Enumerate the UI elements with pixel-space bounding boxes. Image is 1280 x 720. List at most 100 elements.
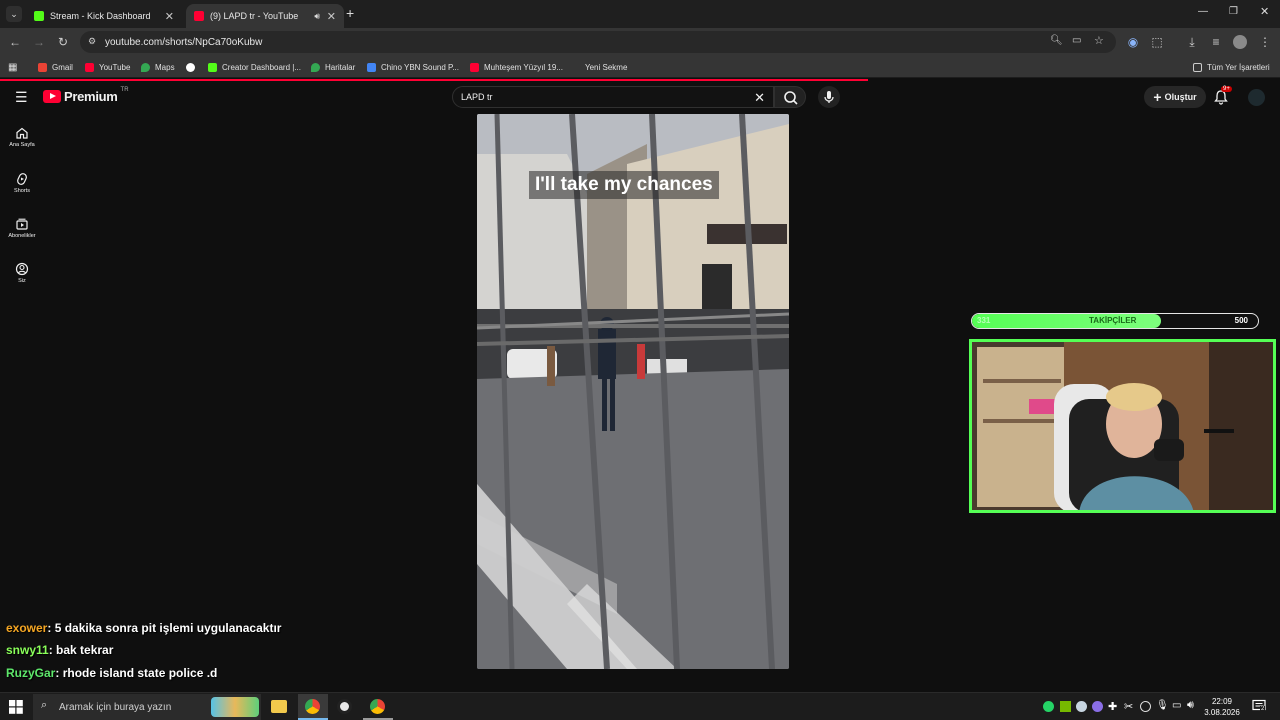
hamburger-menu-icon[interactable]: ☰	[15, 89, 28, 106]
taskbar-search-box[interactable]: ⌕ Aramak için buraya yazın	[33, 694, 261, 720]
start-button[interactable]	[9, 700, 23, 714]
reload-icon[interactable]: ↻	[56, 34, 70, 50]
new-tab-button[interactable]: +	[346, 5, 354, 21]
bookmark-gmail[interactable]: Gmail	[38, 60, 73, 74]
tray-steam-icon[interactable]	[1076, 701, 1087, 712]
home-icon	[16, 127, 28, 139]
clear-search-icon[interactable]: ✕	[754, 90, 765, 106]
menu-kebab-icon[interactable]: ⋮	[1258, 34, 1272, 50]
speaker-icon[interactable]: 🔊︎	[314, 11, 320, 22]
close-tab-icon[interactable]: ✕	[165, 10, 174, 23]
tray-microphone-icon[interactable]: 🎙︎	[1156, 700, 1169, 711]
follower-goal-bar: 331 TAKİPÇİLER 500	[971, 313, 1259, 329]
extension-audio-icon[interactable]: ◉	[1126, 34, 1140, 50]
youtube-icon	[470, 62, 479, 72]
zoom-icon[interactable]: 🔍︎	[1050, 35, 1063, 46]
webcam-overlay	[969, 339, 1276, 513]
maps-icon	[311, 62, 320, 72]
premium-label: Premium	[64, 89, 118, 104]
browser-tab-youtube[interactable]: (9) LAPD tr - YouTube 🔊︎ ✕	[186, 4, 344, 28]
sidebar-item-label: Ana Sayfa	[9, 142, 35, 148]
tray-app-icon[interactable]	[1092, 701, 1103, 712]
chat-text: : 5 dakika sonra pit işlemi uygulanacakt…	[47, 621, 282, 635]
downloads-icon[interactable]: ⤓	[1185, 34, 1199, 50]
tray-display-icon[interactable]: ▭	[1172, 700, 1181, 711]
bookmark-google[interactable]	[186, 60, 200, 74]
tray-whatsapp-icon[interactable]	[1043, 701, 1054, 712]
sidebar-item-you[interactable]: Siz	[0, 262, 44, 284]
create-button[interactable]: + Oluştur	[1144, 86, 1206, 108]
chrome-taskbar-2[interactable]	[363, 694, 393, 720]
search-highlight-image	[211, 697, 259, 717]
sidebar-item-subscriptions[interactable]: Abonelikler	[0, 217, 44, 239]
folder-icon	[1193, 62, 1202, 72]
tab-search-button[interactable]: ⌄	[6, 6, 22, 22]
tray-nvidia-icon[interactable]	[1060, 701, 1071, 712]
youtube-favicon-icon	[194, 11, 204, 21]
search-input[interactable]: LAPD tr ✕	[452, 86, 774, 108]
youtube-icon	[85, 62, 94, 72]
youtube-play-icon	[43, 90, 61, 103]
kick-favicon-icon	[34, 11, 44, 21]
bookmark-all[interactable]: Tüm Yer İşaretleri	[1193, 60, 1270, 74]
bookmark-maps[interactable]: Maps	[141, 60, 175, 74]
sidebar-item-home[interactable]: Ana Sayfa	[0, 126, 44, 148]
browser-tab-strip: ⌄ Stream - Kick Dashboard ✕ (9) LAPD tr …	[0, 0, 1280, 28]
chat-username: RuzyGar	[6, 666, 56, 680]
webcam-frame-border	[969, 339, 1276, 513]
address-bar[interactable]: ⚙ youtube.com/shorts/NpCa70oKubw 🔍︎ ▭ ☆	[80, 31, 1116, 53]
cast-icon[interactable]: ▭	[1072, 35, 1081, 46]
maps-icon	[141, 62, 150, 72]
media-controls-icon[interactable]: ≡	[1209, 34, 1223, 50]
bookmark-chino[interactable]: Chino YBN Sound P...	[367, 60, 459, 74]
chrome-taskbar-active[interactable]	[298, 694, 328, 720]
gmail-icon	[38, 62, 47, 72]
youtube-logo[interactable]: Premium TR	[43, 87, 129, 104]
bookmark-muhtesem[interactable]: Muhteşem Yüzyıl 19...	[470, 60, 563, 74]
windows-logo-icon	[9, 700, 23, 714]
sidebar-item-shorts[interactable]: Shorts	[0, 172, 44, 194]
tray-app-icon-3[interactable]	[1140, 701, 1151, 712]
restore-button[interactable]: ❐	[1229, 6, 1238, 17]
voice-search-button[interactable]	[818, 86, 840, 108]
bookmark-creator-dashboard[interactable]: Creator Dashboard |...	[208, 60, 301, 74]
action-center-button[interactable]: 2	[1252, 699, 1266, 713]
chrome-icon	[370, 699, 385, 714]
notifications-button[interactable]: 9+	[1213, 86, 1232, 106]
apps-grid-icon[interactable]: ▦	[8, 60, 17, 74]
extensions-icon[interactable]: ⬚	[1150, 34, 1164, 50]
video-caption: I'll take my chances	[529, 171, 719, 199]
tray-app-icon-2[interactable]: ✂	[1124, 700, 1133, 713]
forward-icon[interactable]: →	[32, 34, 46, 50]
you-icon	[15, 262, 29, 276]
chrome-icon	[305, 699, 320, 714]
bookmarks-bar: ▦ Gmail YouTube Maps Creator Dashboard |…	[0, 56, 1280, 78]
bookmark-haritalar[interactable]: Haritalar	[311, 60, 355, 74]
clock[interactable]: 22:09 3.08.2026	[1204, 696, 1240, 718]
tray-network-icon[interactable]: ✚	[1108, 700, 1117, 713]
page-loading-bar	[0, 79, 868, 81]
close-tab-icon[interactable]: ✕	[327, 10, 336, 23]
profile-avatar[interactable]	[1233, 35, 1247, 49]
bookmark-yeni-sekme[interactable]: Yeni Sekme	[585, 60, 627, 74]
search-button[interactable]	[774, 86, 806, 108]
url-text: youtube.com/shorts/NpCa70oKubw	[105, 36, 263, 48]
sidebar-item-label: Siz	[18, 278, 26, 284]
account-avatar[interactable]	[1248, 89, 1265, 106]
obs-icon[interactable]	[337, 699, 352, 714]
tray-volume-icon[interactable]: 🔊︎	[1187, 699, 1194, 712]
browser-tab-kick[interactable]: Stream - Kick Dashboard ✕	[26, 4, 182, 28]
bookmark-youtube[interactable]: YouTube	[85, 60, 130, 74]
file-explorer-icon[interactable]	[271, 700, 287, 713]
bookmark-star-icon[interactable]: ☆	[1094, 34, 1104, 47]
back-icon[interactable]: ←	[8, 34, 22, 50]
chat-message: exower: 5 dakika sonra pit işlemi uygula…	[6, 621, 281, 635]
close-window-button[interactable]: ✕	[1260, 5, 1269, 18]
minimize-button[interactable]: —	[1198, 6, 1208, 17]
windows-taskbar: ⌕ Aramak için buraya yazın ✚ ✂ 🎙︎ ▭ 🔊︎ 2…	[0, 692, 1280, 720]
site-info-icon[interactable]: ⚙	[88, 36, 96, 47]
chat-text: : rhode island state police .d	[55, 666, 218, 680]
chat-text: : bak tekrar	[48, 643, 114, 657]
clock-time: 22:09	[1211, 697, 1233, 706]
google-icon	[186, 62, 195, 72]
